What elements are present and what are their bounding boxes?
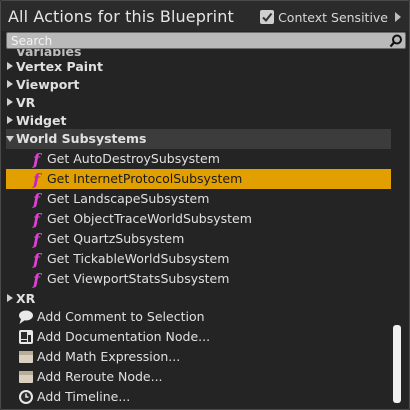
function-item[interactable]: f Get LandscapeSubsystem [6, 189, 391, 209]
search-input[interactable] [11, 33, 381, 48]
category-label: Viewport [16, 77, 80, 92]
action-add-math-expression[interactable]: Add Math Expression... [6, 347, 391, 367]
collapsed-arrow-icon[interactable] [7, 80, 13, 88]
action-label: Add Documentation Node... [37, 329, 211, 344]
function-label: Get ViewportStatsSubsystem [47, 271, 230, 286]
function-label: Get LandscapeSubsystem [47, 191, 210, 206]
category-vertex-paint[interactable]: Vertex Paint [6, 57, 391, 77]
category-world-subsystems[interactable]: World Subsystems [6, 129, 391, 149]
collapsed-arrow-icon[interactable] [7, 62, 13, 70]
function-icon: f [33, 150, 40, 169]
menu-header: All Actions for this Blueprint Context S… [1, 1, 409, 31]
function-icon: f [33, 190, 40, 209]
scrollbar-thumb[interactable] [393, 325, 401, 403]
category-label: VR [16, 95, 36, 110]
search-icon[interactable] [389, 34, 403, 48]
function-icon: f [33, 250, 40, 269]
action-add-reroute-node[interactable]: Add Reroute Node... [6, 367, 391, 387]
action-add-documentation-node[interactable]: Add Documentation Node... [6, 327, 391, 347]
action-add-comment[interactable]: Add Comment to Selection [6, 307, 391, 327]
function-icon: f [33, 170, 40, 189]
clock-icon [19, 390, 33, 404]
action-label: Add Math Expression... [37, 349, 181, 364]
category-label: Widget [16, 113, 67, 128]
blueprint-action-menu: All Actions for this Blueprint Context S… [0, 0, 410, 410]
function-icon: f [33, 270, 40, 289]
function-label: Get ObjectTraceWorldSubsystem [47, 211, 252, 226]
function-item[interactable]: f Get ViewportStatsSubsystem [6, 269, 391, 289]
node-icon [19, 351, 33, 363]
action-label: Add Timeline... [37, 389, 131, 404]
function-label: Get InternetProtocolSubsystem [47, 171, 243, 186]
function-label: Get AutoDestroySubsystem [47, 151, 220, 166]
context-sensitive-toggle[interactable]: Context Sensitive [260, 9, 401, 25]
function-item[interactable]: f Get AutoDestroySubsystem [6, 149, 391, 169]
menu-title: All Actions for this Blueprint [8, 7, 234, 26]
comment-icon [19, 310, 33, 324]
action-add-timeline[interactable]: Add Timeline... [6, 387, 391, 407]
action-label: Add Comment to Selection [37, 309, 205, 324]
function-item-selected[interactable]: f Get InternetProtocolSubsystem [6, 169, 391, 189]
category-viewport[interactable]: Viewport [6, 75, 391, 95]
function-icon: f [33, 210, 40, 229]
collapsed-arrow-icon[interactable] [7, 294, 13, 302]
category-vr[interactable]: VR [6, 93, 391, 113]
node-icon [19, 371, 33, 383]
category-widget[interactable]: Widget [6, 111, 391, 131]
collapsed-arrow-icon[interactable] [7, 98, 13, 106]
function-icon: f [33, 230, 40, 249]
expanded-arrow-icon[interactable] [6, 136, 14, 142]
search-box[interactable] [6, 32, 406, 49]
arrow-right-icon[interactable] [395, 12, 401, 22]
checkmark-icon [262, 12, 273, 23]
category-xr[interactable]: XR [6, 289, 391, 309]
function-label: Get TickableWorldSubsystem [47, 251, 230, 266]
context-sensitive-label: Context Sensitive [278, 9, 388, 25]
documentation-icon [19, 330, 33, 344]
function-item[interactable]: f Get TickableWorldSubsystem [6, 249, 391, 269]
collapsed-arrow-icon[interactable] [7, 116, 13, 124]
context-sensitive-checkbox[interactable] [260, 10, 275, 24]
function-item[interactable]: f Get QuartzSubsystem [6, 229, 391, 249]
category-label: Vertex Paint [16, 59, 103, 74]
function-label: Get QuartzSubsystem [47, 231, 185, 246]
action-label: Add Reroute Node... [37, 369, 163, 384]
function-item[interactable]: f Get ObjectTraceWorldSubsystem [6, 209, 391, 229]
category-label: World Subsystems [16, 131, 147, 146]
action-list[interactable]: Variables Vertex Paint Viewport VR Widge… [6, 49, 391, 407]
category-label: XR [16, 291, 36, 306]
